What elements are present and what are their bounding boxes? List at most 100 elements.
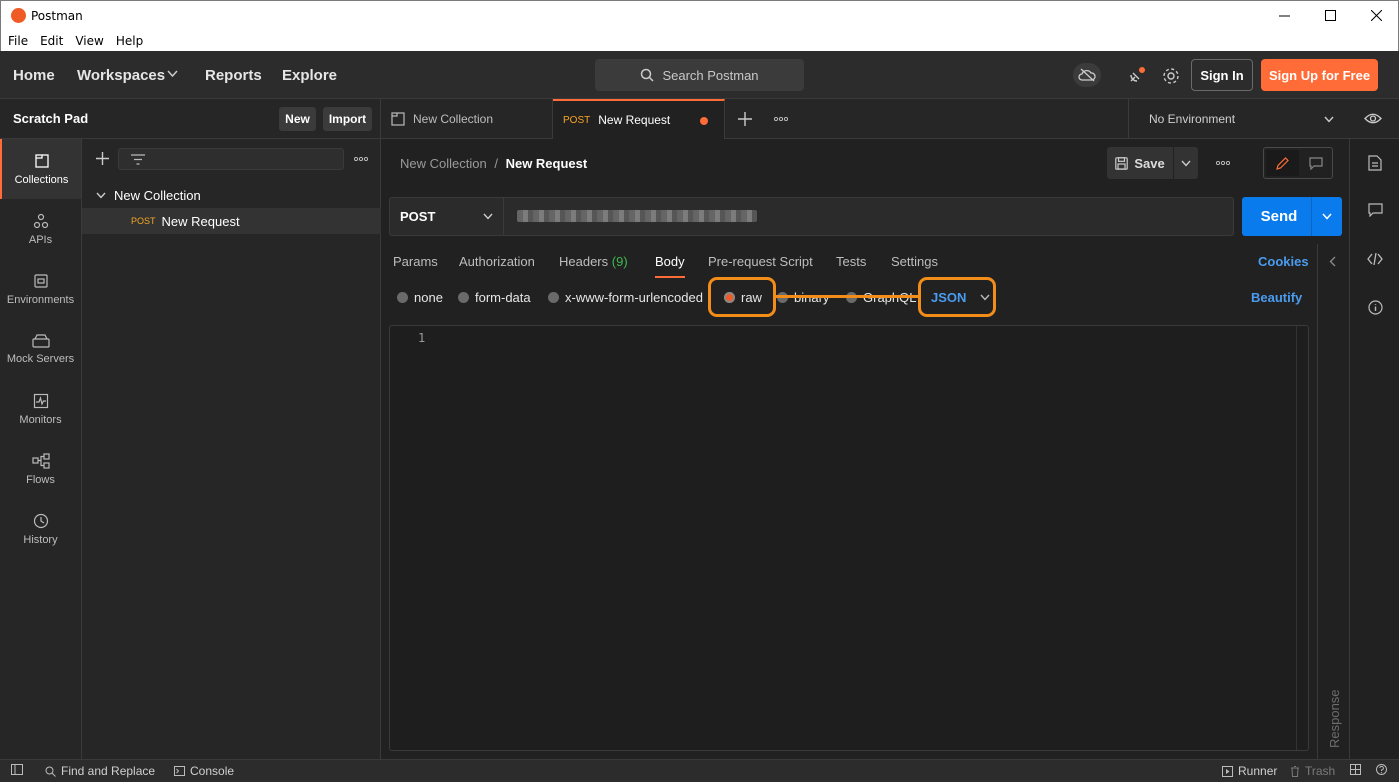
request-more-icon[interactable] [1216, 161, 1230, 165]
cookies-link[interactable]: Cookies [1258, 254, 1309, 269]
breadcrumb-parent[interactable]: New Collection [400, 156, 487, 171]
tab-settings[interactable]: Settings [891, 254, 938, 269]
send-options-button[interactable] [1311, 197, 1342, 236]
tab-tests[interactable]: Tests [836, 254, 866, 269]
info-icon[interactable] [1363, 295, 1387, 319]
rail-item-mock-servers[interactable]: Mock Servers [0, 319, 81, 379]
nav-home[interactable]: Home [13, 67, 55, 84]
body-code-editor[interactable]: 1 [389, 325, 1309, 751]
menu-view[interactable]: View [75, 34, 103, 48]
send-button[interactable]: Send [1242, 197, 1316, 236]
headers-label: Headers [559, 254, 609, 269]
add-tab-icon[interactable] [738, 112, 752, 126]
rail-item-apis[interactable]: APIs [0, 199, 81, 259]
trash-icon [1290, 765, 1300, 777]
cloud-offline-icon[interactable] [1073, 63, 1101, 87]
tab-authorization[interactable]: Authorization [459, 254, 535, 269]
radio-label: form-data [475, 289, 531, 305]
runner-button[interactable]: Runner [1222, 764, 1277, 778]
rail-item-collections[interactable]: Collections [0, 139, 81, 199]
sidebar-header: Scratch Pad New Import [0, 99, 381, 139]
tab-pre-request-script[interactable]: Pre-request Script [708, 254, 813, 269]
menu-file[interactable]: File [8, 34, 28, 48]
new-button[interactable]: New [279, 107, 316, 131]
beautify-link[interactable]: Beautify [1251, 290, 1302, 305]
apis-icon [33, 213, 49, 229]
help-icon[interactable] [1376, 764, 1387, 775]
response-pane-collapsed[interactable] [1317, 244, 1349, 759]
import-button[interactable]: Import [323, 107, 372, 131]
url-input-blurred[interactable] [517, 210, 757, 222]
line-number: 1 [418, 331, 426, 345]
add-collection-icon[interactable] [96, 152, 109, 165]
radio-form-data[interactable]: form-data [458, 289, 531, 305]
rail-label: Collections [14, 173, 69, 186]
chevron-down-icon[interactable] [167, 70, 178, 78]
view-mode-toggle [1263, 147, 1333, 179]
breadcrumb: New Collection / New Request [400, 156, 587, 171]
console-button[interactable]: Console [174, 764, 234, 778]
sidebar-rail: Collections APIs Environments Mock Serve… [0, 139, 82, 759]
rail-item-environments[interactable]: Environments [0, 259, 81, 319]
tab-params[interactable]: Params [393, 254, 438, 269]
tab-headers[interactable]: Headers (9) [559, 254, 628, 269]
chevron-down-icon [1322, 213, 1332, 220]
layout-grid-icon[interactable] [1350, 764, 1361, 775]
save-options-button[interactable] [1174, 147, 1198, 179]
rail-label: History [23, 533, 58, 546]
tree-request-item[interactable]: POST New Request [82, 208, 381, 234]
more-options-icon[interactable] [354, 157, 368, 161]
app-header: Home Workspaces Reports Explore Search P… [0, 51, 1399, 99]
tab-label: New Request [598, 113, 671, 127]
environment-selector[interactable]: No Environment [1128, 99, 1350, 139]
tree-collection-item[interactable]: New Collection [82, 182, 381, 208]
rail-item-flows[interactable]: Flows [0, 439, 81, 499]
breadcrumb-current[interactable]: New Request [506, 156, 588, 171]
menu-help[interactable]: Help [116, 34, 143, 48]
save-button[interactable]: Save [1107, 147, 1173, 179]
rail-item-monitors[interactable]: Monitors [0, 379, 81, 439]
tab-new-request[interactable]: POST New Request [553, 99, 725, 139]
settings-gear-icon[interactable] [1160, 65, 1182, 87]
menu-edit[interactable]: Edit [40, 34, 63, 48]
console-label: Console [190, 764, 235, 778]
nav-reports[interactable]: Reports [205, 67, 262, 84]
radio-none[interactable]: none [397, 290, 443, 305]
tab-new-collection[interactable]: New Collection [381, 99, 553, 139]
close-window-button[interactable] [1353, 1, 1399, 30]
trash-button[interactable]: Trash [1290, 764, 1335, 778]
documentation-icon[interactable] [1363, 151, 1387, 175]
maximize-button[interactable] [1307, 1, 1353, 30]
toggle-sidebar-icon[interactable] [11, 764, 23, 775]
environment-quick-look-eye-icon[interactable] [1364, 112, 1382, 125]
code-snippet-icon[interactable] [1363, 247, 1387, 271]
comment-mode-icon[interactable] [1301, 150, 1331, 176]
nav-workspaces[interactable]: Workspaces [77, 67, 165, 84]
history-icon [33, 513, 49, 529]
rail-item-history[interactable]: History [0, 499, 81, 559]
breadcrumb-separator: / [494, 156, 498, 171]
minimize-button[interactable] [1261, 1, 1307, 30]
tabs-more-icon[interactable] [774, 117, 788, 121]
chevron-down-icon [96, 192, 106, 199]
environments-icon [33, 273, 49, 289]
tab-body[interactable]: Body [655, 254, 685, 269]
nav-explore[interactable]: Explore [282, 67, 337, 84]
satellite-icon[interactable] [1125, 65, 1147, 87]
environment-label: No Environment [1149, 112, 1236, 126]
editor-scrollbar[interactable] [1296, 326, 1308, 750]
monitor-icon [33, 393, 49, 409]
method-selector[interactable]: POST [390, 198, 504, 235]
collections-filter-input[interactable] [118, 148, 344, 170]
collections-icon [34, 153, 50, 169]
sign-in-button[interactable]: Sign In [1191, 59, 1253, 91]
radio-dot [397, 291, 408, 303]
sign-up-button[interactable]: Sign Up for Free [1261, 59, 1378, 91]
comments-icon[interactable] [1363, 198, 1387, 222]
find-and-replace-button[interactable]: Find and Replace [45, 764, 155, 778]
radio-x-www-form-urlencoded[interactable]: x-www-form-urlencoded [548, 290, 703, 305]
trash-label: Trash [1305, 764, 1336, 778]
edit-mode-pencil-icon[interactable] [1266, 150, 1299, 176]
search-bar[interactable]: Search Postman [595, 59, 804, 91]
tree-collection-label: New Collection [114, 187, 201, 203]
